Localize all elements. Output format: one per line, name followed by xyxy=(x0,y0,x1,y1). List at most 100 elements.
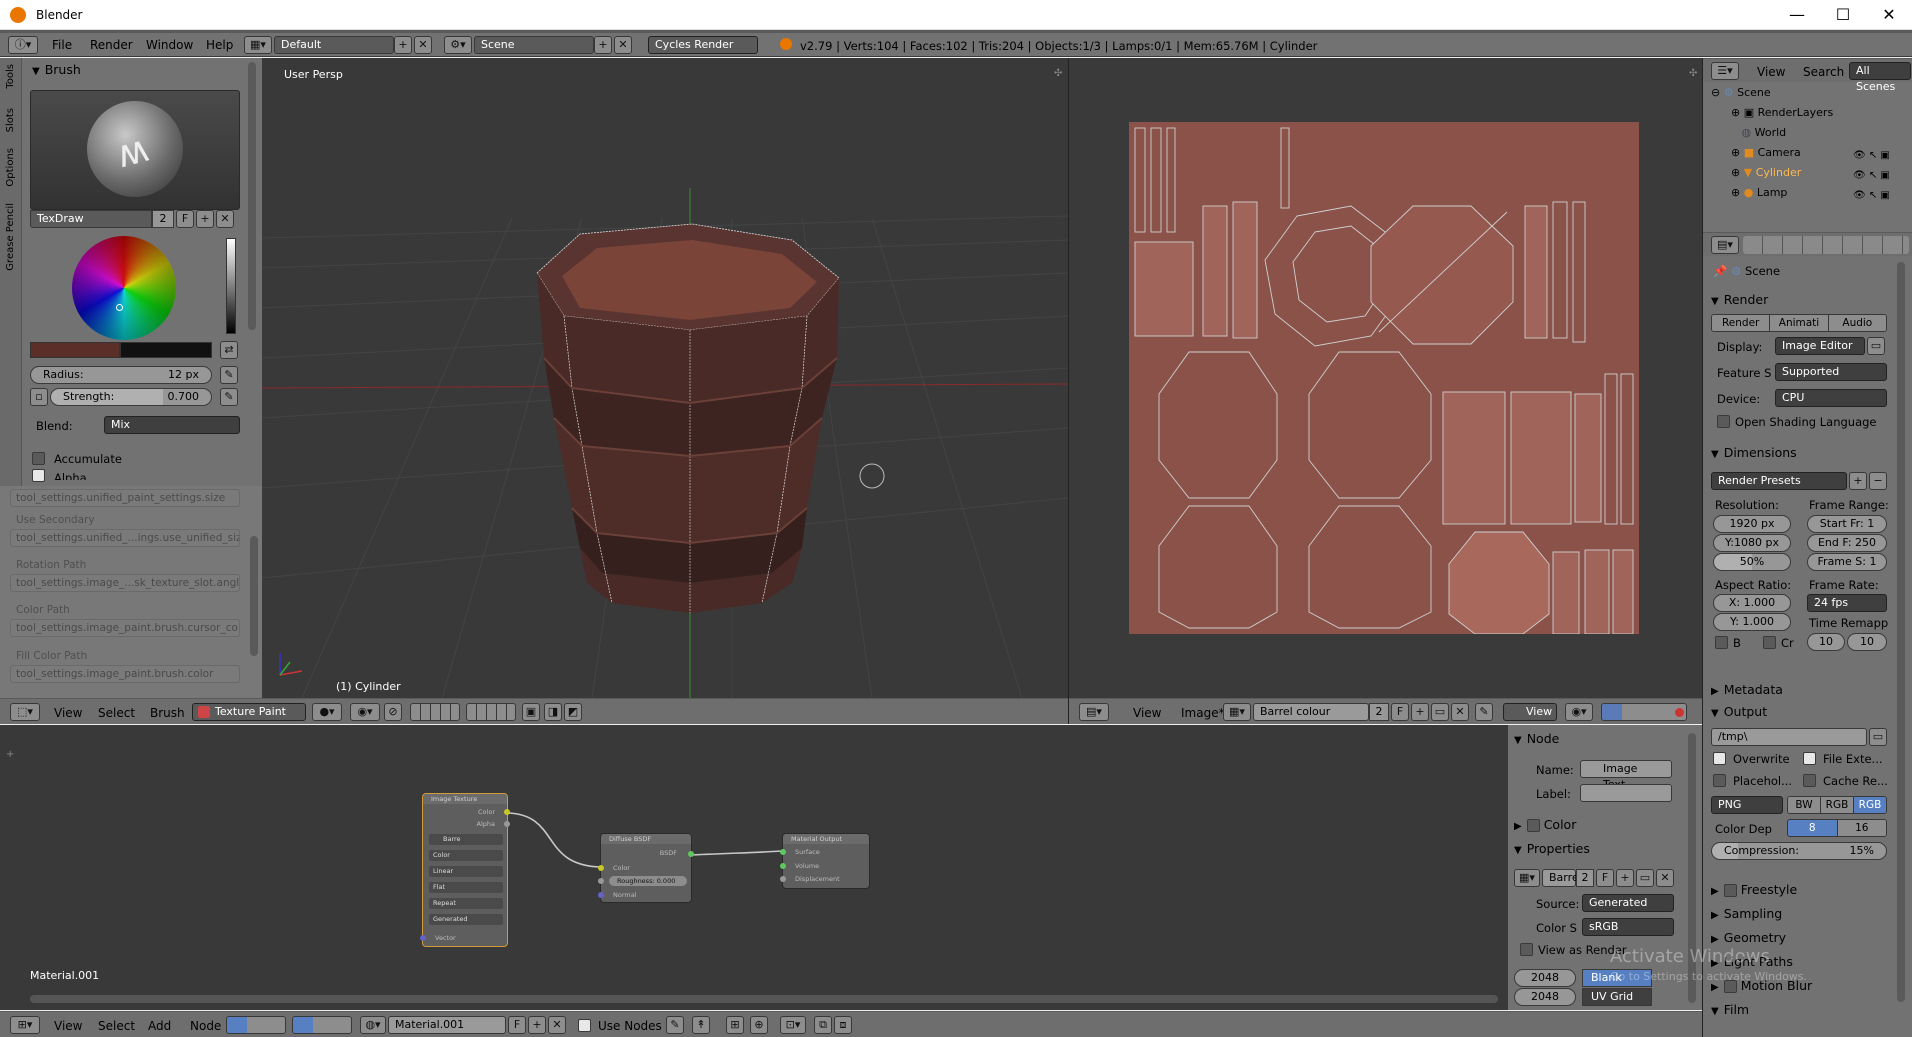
view-as-render-checkbox[interactable] xyxy=(1520,943,1533,956)
viewport-corner-widget[interactable]: ✣ xyxy=(1054,68,1062,79)
sidebar-image-browse-icon[interactable]: ▦▾ xyxy=(1514,869,1540,887)
add-layout-button[interactable]: + xyxy=(394,36,412,54)
node-section-header[interactable]: ▼ Node xyxy=(1514,731,1559,746)
node-label-field[interactable] xyxy=(1580,784,1672,802)
tab-grease-pencil[interactable]: Grease Pencil xyxy=(5,203,16,271)
depth-8-button[interactable]: 8 xyxy=(1788,820,1838,836)
add-preset-button[interactable]: + xyxy=(1849,472,1867,490)
frame-step-field[interactable]: Frame S: 1 xyxy=(1807,553,1887,571)
material-name-field[interactable]: Material.001 xyxy=(388,1016,506,1034)
scene-icon[interactable]: ⚙▾ xyxy=(444,36,472,54)
editor-type-icon[interactable]: ⓘ▾ xyxy=(8,36,38,54)
menu-view[interactable]: View xyxy=(54,706,82,720)
frame-start-field[interactable]: Start Fr: 1 xyxy=(1807,515,1887,533)
image-open-button[interactable]: ▭ xyxy=(1431,703,1449,721)
diffuse-color-socket[interactable] xyxy=(598,865,604,871)
sidebar-fake-user[interactable]: F xyxy=(1596,869,1614,887)
ghost-size-path[interactable]: tool_settings.unified_paint_settings.siz… xyxy=(10,489,240,507)
sidebar-image-users[interactable]: 2 xyxy=(1576,869,1594,887)
display-dropdown[interactable]: Image Editor xyxy=(1775,337,1865,355)
menu-node-view[interactable]: View xyxy=(54,1019,82,1033)
use-nodes-checkbox[interactable] xyxy=(578,1019,591,1032)
material-new-button[interactable]: + xyxy=(528,1016,546,1034)
node-colorspace-dropdown[interactable]: Color xyxy=(429,850,503,861)
pin-node-icon[interactable]: ✎ xyxy=(666,1016,684,1034)
add-brush-button[interactable]: + xyxy=(196,210,214,228)
feature-set-dropdown[interactable]: Supported xyxy=(1775,363,1887,381)
layers-widget-1[interactable] xyxy=(410,703,460,721)
strength-unified-icon[interactable]: ▫ xyxy=(30,388,48,406)
sidebar-image-new[interactable]: + xyxy=(1616,869,1634,887)
node-image-field[interactable]: Barre xyxy=(429,834,503,845)
editor-type-properties-icon[interactable]: ▤▾ xyxy=(1711,236,1739,254)
image-unlink-button[interactable]: ✕ xyxy=(1451,703,1469,721)
material-output-node[interactable]: Material Output Surface Volume Displacem… xyxy=(780,833,870,889)
image-editor[interactable]: ✣ xyxy=(1069,58,1702,698)
ghost-rotation-path[interactable]: tool_settings.image_...sk_texture_slot.a… xyxy=(10,574,240,592)
sidebar-image-field[interactable]: Barre xyxy=(1542,869,1579,887)
outliner-renderlayers[interactable]: ⊕ ▣ RenderLayers xyxy=(1731,106,1833,122)
image-texture-node[interactable]: Image Texture Color Alpha Barre Color Li… xyxy=(420,793,510,947)
primary-color-swatch[interactable] xyxy=(30,342,120,358)
display-lock-icon[interactable]: ▭ xyxy=(1867,337,1885,355)
displacement-socket[interactable] xyxy=(780,876,786,882)
audio-button[interactable]: Audio xyxy=(1828,315,1886,331)
menu-window[interactable]: Window xyxy=(146,38,193,52)
viewport-3d[interactable]: User Persp (1) Cylinder ✣ xyxy=(262,58,1068,698)
roughness-socket[interactable] xyxy=(598,878,604,884)
menu-node-add[interactable]: Add xyxy=(148,1019,171,1033)
tab-slots[interactable]: Slots xyxy=(5,108,16,132)
remove-scene-button[interactable]: ✕ xyxy=(614,36,632,54)
screen-layout-icon[interactable]: ▦▾ xyxy=(244,36,272,54)
render-engine-dropdown[interactable]: Cycles Render xyxy=(648,36,758,54)
outliner-lamp[interactable]: ⊕ ● Lamp xyxy=(1731,186,1787,202)
outliner-scene[interactable]: ⊖ ⚙ Scene xyxy=(1711,86,1771,102)
tool-shelf-scrollbar[interactable] xyxy=(248,62,256,330)
swap-colors-icon[interactable]: ⇄ xyxy=(220,341,238,359)
outliner-world[interactable]: ◍ World xyxy=(1731,126,1787,142)
animation-button[interactable]: Animati xyxy=(1770,315,1829,331)
menu-brush[interactable]: Brush xyxy=(150,706,185,720)
volume-socket[interactable] xyxy=(780,863,786,869)
node-source-dropdown[interactable]: Generated xyxy=(429,914,503,925)
geometry-section-header[interactable]: ▶ Geometry xyxy=(1711,930,1786,945)
render-button[interactable]: Render xyxy=(1712,315,1771,331)
brush-preview[interactable]: ʍ xyxy=(30,90,240,210)
node-projection-dropdown[interactable]: Flat xyxy=(429,882,503,893)
snap-node-element-icon[interactable]: ⊡▾ xyxy=(780,1016,806,1034)
gen-height-field[interactable]: 2048 xyxy=(1514,988,1576,1006)
menu-node-select[interactable]: Select xyxy=(98,1019,135,1033)
file-format-dropdown[interactable]: PNG xyxy=(1711,796,1783,814)
sampling-section-header[interactable]: ▶ Sampling xyxy=(1711,906,1782,921)
image-name-field[interactable]: Barrel colour xyxy=(1253,703,1369,721)
depth-16-button[interactable]: 16 xyxy=(1837,820,1886,836)
bsdf-output-socket[interactable] xyxy=(688,851,694,857)
source-dropdown[interactable]: Generated xyxy=(1582,894,1674,912)
snap-mode-icon[interactable]: ⊕ xyxy=(750,1016,768,1034)
blend-dropdown[interactable]: Mix xyxy=(104,416,240,434)
shading-icon[interactable]: ●▾ xyxy=(312,703,342,721)
node-editor-corner-widget[interactable]: + xyxy=(6,749,14,760)
minimize-button[interactable]: — xyxy=(1774,0,1820,30)
properties-section-header[interactable]: ▼ Properties xyxy=(1514,841,1590,856)
compression-slider[interactable]: Compression: 15% xyxy=(1711,842,1887,860)
paste-nodes-icon[interactable]: ⧈ xyxy=(834,1016,852,1034)
cache-result-checkbox[interactable] xyxy=(1803,774,1816,787)
film-section-header[interactable]: ▼ Film xyxy=(1711,1002,1749,1017)
editor-type-node-icon[interactable]: ⊞▾ xyxy=(10,1016,40,1034)
output-section-header[interactable]: ▼ Output xyxy=(1711,704,1767,719)
remove-layout-button[interactable]: ✕ xyxy=(414,36,432,54)
gen-uv-grid-button[interactable]: UV Grid xyxy=(1582,988,1652,1006)
alpha-checkbox[interactable] xyxy=(32,469,45,482)
mask-icon[interactable]: ⊘ xyxy=(384,703,402,721)
image-new-button[interactable]: + xyxy=(1411,703,1429,721)
tab-tools[interactable]: Tools xyxy=(5,64,16,89)
node-extension-dropdown[interactable]: Repeat xyxy=(429,898,503,909)
outliner-cylinder[interactable]: ⊕ ▼ Cylinder xyxy=(1731,166,1801,182)
diffuse-bsdf-node[interactable]: Diffuse BSDF BSDF Color Roughness: 0.000… xyxy=(598,833,694,903)
remove-brush-button[interactable]: ✕ xyxy=(216,210,234,228)
render-section-header[interactable]: ▼ Render xyxy=(1711,292,1768,307)
remap-old-field[interactable]: 10 xyxy=(1807,633,1845,651)
node-interpolation-dropdown[interactable]: Linear xyxy=(429,866,503,877)
aspect-y-field[interactable]: Y: 1.000 xyxy=(1713,613,1791,631)
